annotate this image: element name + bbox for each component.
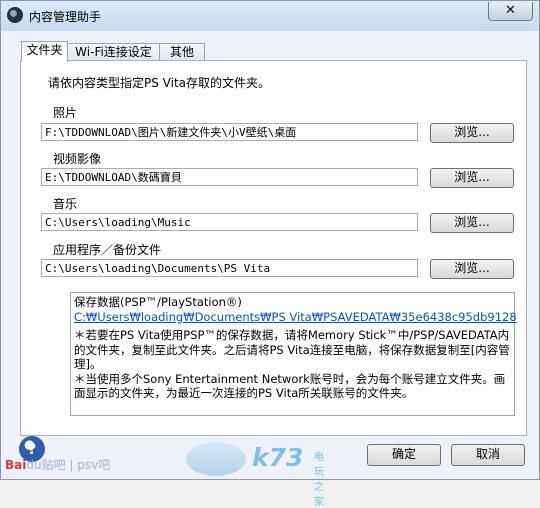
video-label: 视频影像 bbox=[53, 152, 102, 166]
savedata-info-box: 保存数据(PSP™/PlayStation®) C:₩Users₩loading… bbox=[70, 292, 517, 416]
apps-backup-browse-button[interactable]: 浏览... bbox=[430, 259, 514, 279]
baidu-watermark: Baidu贴吧 | psv吧 bbox=[5, 456, 110, 473]
baidu-watermark-brand: Bai bbox=[5, 458, 27, 472]
cancel-button[interactable]: 取消 bbox=[451, 444, 525, 466]
music-browse-button[interactable]: 浏览... bbox=[430, 213, 514, 233]
folders-panel: 请依内容类型指定PS Vita存取的文件夹。 照片 F:\TDDOWNLOAD\… bbox=[20, 60, 527, 436]
intro-text: 请依内容类型指定PS Vita存取的文件夹。 bbox=[48, 76, 271, 90]
apps-backup-label: 应用程序／备份文件 bbox=[53, 243, 162, 257]
ok-button[interactable]: 确定 bbox=[367, 444, 441, 466]
savedata-note-copy: ＊若要在PS Vita使用PSP™的保存数据，请将Memory Stick™中/… bbox=[74, 328, 510, 371]
k73-watermark-subtext: 电玩之家 bbox=[314, 452, 324, 508]
tab-folders[interactable]: 文件夹 bbox=[21, 41, 68, 62]
photos-browse-button[interactable]: 浏览... bbox=[430, 123, 514, 143]
k73-watermark-text: k73 bbox=[252, 443, 304, 472]
baidu-watermark-text: du贴吧 | psv吧 bbox=[26, 458, 111, 472]
savedata-note-accounts: ＊当使用多个Sony Entertainment Network账号时，会为每个… bbox=[74, 371, 506, 401]
video-browse-button[interactable]: 浏览... bbox=[430, 168, 514, 188]
k73-logo-icon bbox=[186, 442, 246, 476]
close-button[interactable]: ✕ bbox=[488, 2, 533, 21]
dialog-window: 内容管理助手 ✕ 文件夹 Wi-Fi连接设定 其他 请依内容类型指定PS Vit… bbox=[0, 0, 540, 508]
title-bar[interactable]: 内容管理助手 ✕ bbox=[1, 1, 539, 31]
photos-path-field[interactable]: F:\TDDOWNLOAD\图片\新建文件夹\小V壁纸\桌面 bbox=[41, 123, 418, 141]
tab-other[interactable]: 其他 bbox=[159, 43, 205, 61]
music-path-field[interactable]: C:\Users\loading\Music bbox=[41, 213, 418, 231]
savedata-heading: 保存数据(PSP™/PlayStation®) bbox=[74, 295, 242, 309]
video-path-field[interactable]: E:\TDDOWNLOAD\数碼寶貝 bbox=[41, 168, 418, 186]
app-icon bbox=[7, 7, 23, 23]
window-title: 内容管理助手 bbox=[29, 10, 102, 24]
apps-backup-path-field[interactable]: C:\Users\loading\Documents\PS Vita bbox=[41, 259, 418, 277]
photos-label: 照片 bbox=[53, 106, 78, 120]
savedata-folder-link[interactable]: C:₩Users₩loading₩Documents₩PS Vita₩PSAVE… bbox=[74, 310, 517, 325]
tab-wifi-settings[interactable]: Wi-Fi连接设定 bbox=[67, 43, 160, 61]
music-label: 音乐 bbox=[53, 197, 78, 211]
